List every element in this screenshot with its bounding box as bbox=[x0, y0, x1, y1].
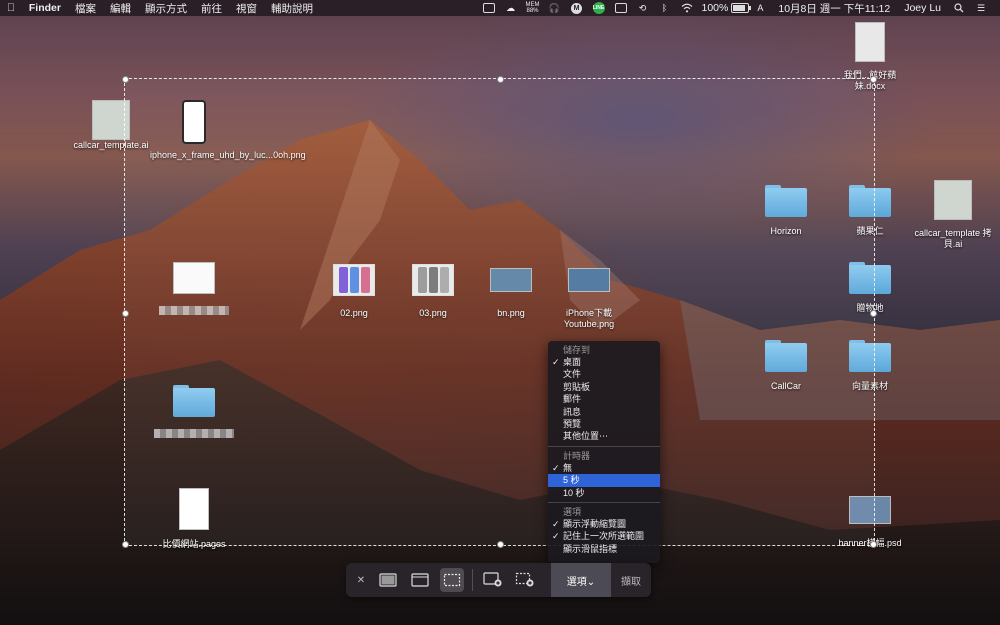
record-screen-icon bbox=[483, 572, 502, 587]
menu-edit[interactable]: 編輯 bbox=[103, 1, 138, 16]
battery-percent: 100% bbox=[701, 2, 729, 14]
menu-view[interactable]: 顯示方式 bbox=[138, 1, 194, 16]
timer-none[interactable]: ✓ 無 bbox=[548, 462, 660, 474]
apple-icon[interactable]:  bbox=[0, 2, 22, 14]
resize-handle-bottom[interactable] bbox=[497, 541, 504, 548]
capture-selection-button[interactable] bbox=[440, 568, 464, 592]
checkmark-icon: ✓ bbox=[552, 531, 560, 542]
resize-handle-top[interactable] bbox=[497, 76, 504, 83]
menu-help[interactable]: 輔助說明 bbox=[264, 1, 320, 16]
capture-window-button[interactable] bbox=[408, 568, 432, 592]
checkmark-icon: ✓ bbox=[552, 357, 560, 367]
docx-file-icon bbox=[855, 22, 885, 62]
input-source-icon[interactable]: A bbox=[753, 3, 767, 14]
timer-5-seconds[interactable]: 5 秒 bbox=[548, 474, 660, 487]
timer-10-seconds[interactable]: 10 秒 bbox=[548, 487, 660, 499]
save-to-desktop[interactable]: ✓ 桌面 bbox=[548, 356, 660, 368]
window-icon bbox=[411, 573, 429, 587]
menu-bar:  Finder 檔案 編輯 顯示方式 前往 視窗 輔助說明 ☁ MEM88% … bbox=[0, 0, 1000, 16]
screen-share-icon[interactable] bbox=[614, 3, 628, 14]
capture-entire-screen-button[interactable] bbox=[376, 568, 400, 592]
resize-handle-top-left[interactable] bbox=[122, 76, 129, 83]
save-to-clipboard[interactable]: 剪貼板 bbox=[548, 381, 660, 393]
m-app-icon[interactable]: M bbox=[570, 2, 584, 14]
screenshot-options-menu: 儲存到 ✓ 桌面 文件 剪貼板 郵件 訊息 預覽 其他位置⋯ 計時器 ✓ 無 5 秒… bbox=[548, 341, 660, 563]
battery-icon[interactable] bbox=[731, 3, 752, 13]
menu-divider bbox=[548, 445, 660, 447]
checkmark-icon: ✓ bbox=[552, 462, 560, 473]
resize-handle-bottom-left[interactable] bbox=[122, 541, 129, 548]
options-header: 選項 bbox=[563, 506, 582, 517]
resize-handle-left[interactable] bbox=[122, 310, 129, 317]
resize-handle-top-right[interactable] bbox=[870, 76, 877, 83]
save-to-preview[interactable]: 預覽 bbox=[548, 418, 660, 430]
close-icon[interactable]: ✕ bbox=[354, 573, 368, 587]
option-show-floating-thumbnail[interactable]: ✓ 顯示浮動縮覽圖 bbox=[548, 518, 660, 530]
capture-button[interactable]: 擷取 bbox=[621, 573, 641, 588]
spotlight-search-icon[interactable] bbox=[952, 3, 966, 14]
menu-user[interactable]: Joey Lu bbox=[897, 2, 948, 14]
record-selection-icon bbox=[515, 572, 534, 587]
menu-window[interactable]: 視窗 bbox=[229, 1, 264, 16]
menu-go[interactable]: 前往 bbox=[194, 1, 229, 16]
menu-divider bbox=[548, 501, 660, 503]
options-dropdown-button[interactable]: 選項⌄ bbox=[551, 563, 611, 597]
capture-selection-area[interactable] bbox=[122, 76, 877, 548]
save-to-header: 儲存到 bbox=[563, 345, 591, 355]
line-app-icon[interactable]: LINE bbox=[592, 2, 606, 14]
record-selection-button[interactable] bbox=[513, 568, 537, 592]
resize-handle-right[interactable] bbox=[870, 310, 877, 317]
checkmark-icon: ✓ bbox=[552, 518, 560, 529]
memory-monitor-icon[interactable]: MEM 88% bbox=[526, 2, 540, 14]
desktop-file-callcar-ai-copy[interactable]: callcar_template 拷貝.ai bbox=[910, 180, 996, 250]
wifi-icon[interactable] bbox=[680, 3, 694, 14]
screen-icon bbox=[379, 573, 397, 587]
status-app-icon[interactable] bbox=[482, 3, 496, 14]
menu-clock[interactable]: 10月8日 週一 下午11:12 bbox=[771, 1, 897, 16]
headphones-icon[interactable]: 🎧 bbox=[548, 3, 562, 14]
save-to-other-location[interactable]: 其他位置⋯ bbox=[548, 430, 660, 442]
toolbar-divider bbox=[472, 569, 473, 591]
option-show-mouse-pointer[interactable]: 顯示滑鼠指標 bbox=[548, 543, 660, 555]
save-to-documents[interactable]: 文件 bbox=[548, 368, 660, 380]
menu-app-finder[interactable]: Finder bbox=[22, 2, 68, 14]
screenshot-toolbar: ✕ 選項⌄ 擷取 bbox=[346, 563, 651, 597]
bluetooth-icon[interactable]: ᛒ bbox=[658, 3, 672, 14]
ai-file-icon bbox=[934, 180, 972, 220]
cloud-sync-icon[interactable]: ☁ bbox=[504, 3, 518, 14]
timemachine-icon[interactable]: ⟲ bbox=[636, 3, 650, 14]
option-remember-last-selection[interactable]: ✓ 記住上一次所選範圍 bbox=[548, 530, 660, 542]
menu-file[interactable]: 檔案 bbox=[68, 1, 103, 16]
timer-header: 計時器 bbox=[563, 450, 591, 461]
notification-center-icon[interactable]: ☰ bbox=[974, 3, 988, 14]
record-entire-screen-button[interactable] bbox=[481, 568, 505, 592]
selection-icon bbox=[443, 573, 461, 587]
save-to-mail[interactable]: 郵件 bbox=[548, 393, 660, 405]
save-to-messages[interactable]: 訊息 bbox=[548, 406, 660, 418]
resize-handle-bottom-right[interactable] bbox=[870, 541, 877, 548]
